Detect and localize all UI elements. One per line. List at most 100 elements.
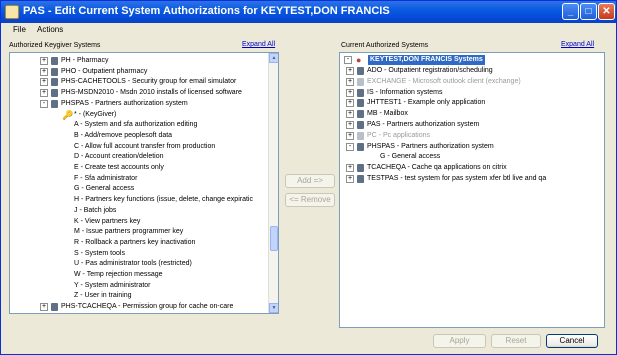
tree-row[interactable]: + TCACHEQA - Cache qa applications on cit… bbox=[340, 163, 598, 173]
tree-row[interactable]: + PC - Pc applications bbox=[340, 131, 598, 141]
tree-row[interactable]: + PHS-MSDN2010 - Msdn 2010 installs of li… bbox=[10, 88, 268, 98]
tree-row-label: PHO - Outpatient pharmacy bbox=[61, 67, 148, 75]
tree-row[interactable]: H - Partners key functions (issue, delet… bbox=[10, 195, 268, 205]
system-icon bbox=[357, 99, 364, 108]
left-scrollbar[interactable]: ▲ ▼ bbox=[268, 53, 278, 313]
remove-button[interactable]: <= Remove bbox=[285, 193, 335, 207]
tree-row-label: PH - Pharmacy bbox=[61, 57, 109, 64]
expand-toggle-icon[interactable]: + bbox=[40, 303, 48, 312]
tree-row[interactable]: + PHS-TCACHEQA - Permission group for cac… bbox=[10, 302, 268, 312]
right-expand-all-link[interactable]: Expand All bbox=[561, 41, 594, 48]
right-panel-label: Current Authorized Systems bbox=[341, 42, 429, 49]
tree-row[interactable]: D - Account creation/deletion bbox=[10, 152, 268, 162]
close-button[interactable]: ✕ bbox=[598, 3, 615, 20]
tree-row[interactable]: S - System tools bbox=[10, 249, 268, 259]
collapse-toggle-icon[interactable]: - bbox=[40, 99, 48, 108]
tree-row[interactable]: + TESTPAS - test system for pas system xf… bbox=[340, 174, 598, 184]
tree-row[interactable]: Z - User in training bbox=[10, 291, 268, 301]
add-button[interactable]: Add => bbox=[285, 174, 335, 188]
tree-row[interactable]: B - Add/remove peoplesoft data bbox=[10, 131, 268, 141]
tree-row[interactable]: U - Pas administrator tools (restricted) bbox=[10, 259, 268, 269]
expand-toggle-icon[interactable]: + bbox=[346, 99, 354, 108]
expand-toggle-icon[interactable]: + bbox=[346, 121, 354, 129]
collapse-toggle-icon[interactable]: - bbox=[346, 142, 354, 151]
tree-row-label: IS - Information systems bbox=[367, 88, 443, 96]
system-icon bbox=[357, 77, 364, 86]
tree-row[interactable]: G - General access bbox=[340, 152, 598, 162]
system-icon bbox=[357, 142, 364, 151]
apply-button[interactable]: Apply bbox=[433, 334, 486, 348]
tree-row[interactable]: + EXCHANGE - Microsoft outlook client (ex… bbox=[340, 77, 598, 87]
system-icon bbox=[357, 175, 364, 183]
expand-toggle-icon[interactable]: + bbox=[346, 175, 354, 183]
tree-row-label: ADO - Outpatient registration/scheduling bbox=[367, 67, 493, 74]
tree-row[interactable]: + ADO - Outpatient registration/schedulin… bbox=[340, 66, 598, 76]
scroll-down-arrow-icon[interactable]: ▼ bbox=[269, 303, 278, 313]
minimize-button[interactable]: _ bbox=[562, 3, 579, 20]
left-expand-all-link[interactable]: Expand All bbox=[242, 41, 275, 48]
cancel-button[interactable]: Cancel bbox=[546, 334, 598, 348]
tree-row[interactable]: 🔑 * - (KeyGiver) bbox=[10, 110, 268, 120]
tree-row[interactable]: G - General access bbox=[10, 184, 268, 194]
tree-row[interactable]: W - Temp rejection message bbox=[10, 270, 268, 280]
tree-row[interactable]: - PHSPAS - Partners authorization system bbox=[340, 142, 598, 152]
menu-file[interactable]: File bbox=[13, 25, 26, 34]
collapse-toggle-icon[interactable]: - bbox=[344, 56, 352, 64]
expand-toggle-icon[interactable]: + bbox=[346, 131, 354, 140]
expand-toggle-icon[interactable]: + bbox=[346, 164, 354, 173]
tree-row-label: K - View partners key bbox=[74, 217, 141, 225]
tree-row[interactable]: M - Issue partners programmer key bbox=[10, 227, 268, 237]
scroll-up-arrow-icon[interactable]: ▲ bbox=[269, 53, 278, 63]
tree-row[interactable]: + IS - Information systems bbox=[340, 88, 598, 98]
tree-row-label: S - System tools bbox=[74, 249, 125, 257]
tree-row-label: PC - Pc applications bbox=[367, 131, 431, 139]
tree-row[interactable]: R - Rollback a partners key inactivation bbox=[10, 238, 268, 248]
expand-toggle-icon[interactable]: + bbox=[40, 57, 48, 65]
tree-row[interactable]: Y - System administrator bbox=[10, 281, 268, 291]
maximize-button[interactable]: □ bbox=[580, 3, 597, 20]
tree-row[interactable]: F - Sfa administrator bbox=[10, 174, 268, 184]
expand-toggle-icon[interactable]: + bbox=[40, 78, 48, 87]
tree-row-label: PHS-CACHETOOLS - Security group for emai… bbox=[61, 78, 237, 86]
tree-row[interactable]: - PHSPAS - Partners authorization system bbox=[10, 99, 268, 109]
tree-row[interactable]: E - Create test accounts only bbox=[10, 163, 268, 173]
tree-row[interactable]: + PAS - Partners authorization system bbox=[340, 120, 598, 130]
tree-row[interactable]: J - Batch jobs bbox=[10, 206, 268, 216]
expand-toggle-icon[interactable]: + bbox=[346, 110, 354, 119]
tree-row[interactable]: + JHTTEST1 - Example only application bbox=[340, 98, 598, 108]
tree-row-label: * - (KeyGiver) bbox=[74, 110, 117, 118]
right-tree[interactable]: - ● KEYTEST,DON FRANCIS Systems + ADO - O… bbox=[339, 52, 605, 328]
tree-row[interactable]: C - Allow full account transfer from pro… bbox=[10, 142, 268, 152]
window-title: PAS - Edit Current System Authorizations… bbox=[23, 5, 390, 17]
left-tree[interactable]: + PH - Pharmacy + PHO - Outpatient pharmacy… bbox=[9, 52, 279, 314]
tree-row-label: JHTTEST1 - Example only application bbox=[367, 99, 486, 107]
tree-row-label: PAS - Partners authorization system bbox=[367, 121, 480, 128]
title-bar[interactable]: PAS - Edit Current System Authorizations… bbox=[1, 1, 616, 23]
tree-row[interactable]: + PH - Pharmacy bbox=[10, 56, 268, 66]
expand-toggle-icon[interactable]: + bbox=[40, 67, 48, 76]
user-icon: ● bbox=[356, 55, 362, 65]
tree-row[interactable]: + MB - Mailbox bbox=[340, 109, 598, 119]
scroll-thumb[interactable] bbox=[270, 226, 278, 251]
expand-toggle-icon[interactable]: + bbox=[346, 67, 354, 75]
system-icon bbox=[51, 303, 58, 312]
reset-button[interactable]: Reset bbox=[491, 334, 541, 348]
system-icon bbox=[51, 67, 58, 76]
left-panel-label: Authorized Keygiver Systems bbox=[9, 42, 101, 49]
tree-row[interactable]: K - View partners key bbox=[10, 217, 268, 227]
tree-row-label: PHSPAS - Partners authorization system bbox=[367, 142, 494, 150]
main-window: PAS - Edit Current System Authorizations… bbox=[0, 0, 617, 355]
menu-actions[interactable]: Actions bbox=[37, 25, 63, 34]
expand-toggle-icon[interactable]: + bbox=[40, 89, 48, 98]
tree-row[interactable]: A - System and sfa authorization editing bbox=[10, 120, 268, 130]
expand-toggle-icon[interactable]: + bbox=[346, 88, 354, 97]
tree-row-label: R - Rollback a partners key inactivation bbox=[74, 238, 196, 246]
system-icon bbox=[51, 57, 58, 65]
tree-row[interactable]: + PHS-CACHETOOLS - Security group for ema… bbox=[10, 77, 268, 87]
system-icon bbox=[357, 67, 364, 75]
expand-toggle-icon[interactable]: + bbox=[346, 77, 354, 86]
tree-row[interactable]: + PHO - Outpatient pharmacy bbox=[10, 67, 268, 77]
tree-row-label: G - General access bbox=[74, 185, 135, 193]
tree-root-row[interactable]: - ● KEYTEST,DON FRANCIS Systems bbox=[340, 55, 604, 65]
system-icon bbox=[357, 164, 364, 173]
